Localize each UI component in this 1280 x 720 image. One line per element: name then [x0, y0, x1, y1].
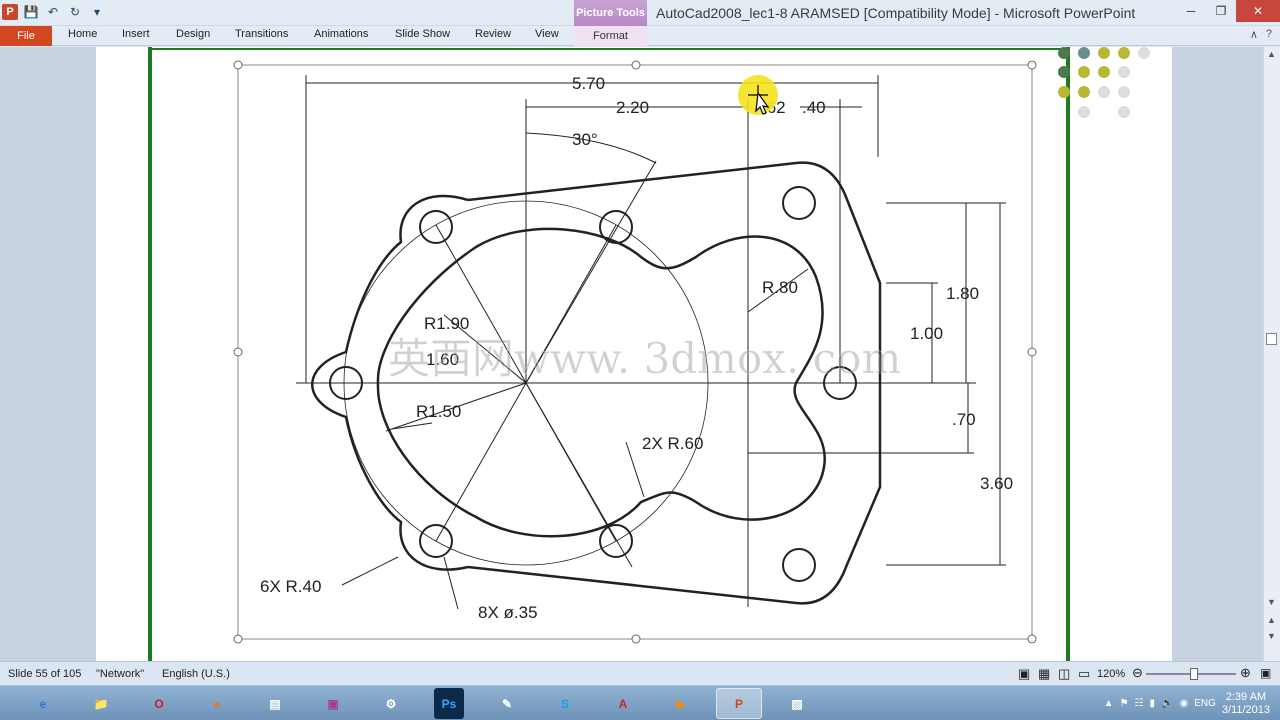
taskbar-autocad-icon[interactable]: A: [600, 688, 646, 719]
dim-v-360: 3.60: [980, 474, 1013, 493]
tray-expand-icon[interactable]: ▲: [1104, 698, 1114, 709]
watermark-text: 英西网www. 3dmox. com: [388, 334, 901, 383]
tab-slide-show[interactable]: Slide Show: [395, 28, 450, 40]
scroll-up-icon[interactable]: ▲: [1267, 49, 1276, 59]
dim-small-b: .40: [802, 98, 826, 117]
customize-qat-icon[interactable]: ▾: [88, 3, 106, 21]
dim-boss-r: 6X R.40: [260, 577, 321, 596]
dim-r-lobe: R.80: [762, 278, 798, 297]
window-controls: ─ ❐ ✕: [1176, 0, 1280, 22]
clock-date: 3/11/2013: [1221, 703, 1270, 716]
clock-time: 2:39 AM: [1225, 690, 1267, 703]
tab-review[interactable]: Review: [475, 28, 511, 40]
tab-insert[interactable]: Insert: [122, 28, 150, 40]
zoom-in-icon[interactable]: ⊕: [1240, 665, 1251, 681]
scroll-down-icon[interactable]: ▼: [1267, 597, 1276, 607]
tab-animations[interactable]: Animations: [314, 28, 368, 40]
tab-format[interactable]: Format: [574, 26, 647, 46]
taskbar-winrar-icon[interactable]: ▣: [310, 688, 356, 719]
powerpoint-window: P 💾 ↶ ↻ ▾ Picture Tools AutoCad2008_lec1…: [0, 0, 1280, 720]
powerpoint-logo-icon[interactable]: P: [2, 4, 18, 20]
vertical-scrollbar[interactable]: ▲ ▼ ▲ ▼: [1263, 47, 1280, 661]
tab-home[interactable]: Home: [68, 28, 97, 40]
dim-v-070: .70: [952, 410, 976, 429]
taskbar-library-icon[interactable]: ▤: [252, 688, 298, 719]
taskbar-media-icon[interactable]: ▶: [658, 688, 704, 719]
title-bar: P 💾 ↶ ↻ ▾ Picture Tools AutoCad2008_lec1…: [0, 0, 1280, 26]
picture-tools-context-title: Picture Tools: [574, 0, 647, 26]
dim-v-100: 1.00: [910, 324, 943, 343]
zoom-slider-thumb[interactable]: [1190, 668, 1198, 680]
language-indicator[interactable]: English (U.S.): [162, 668, 230, 680]
theme-name[interactable]: "Network": [96, 668, 144, 680]
tray-network-icon[interactable]: ☷: [1135, 698, 1144, 709]
ribbon-right-controls: ∧ ?: [1250, 28, 1272, 41]
fit-to-window-icon[interactable]: ▣: [1260, 666, 1271, 680]
windows-taskbar: e 📁 O ● ▤ ▣ ⚙ Ps ✎ S A ▶ P ▧ ▲ ⚑ ☷ ▮ 🔈 ◉…: [0, 685, 1280, 720]
close-icon[interactable]: ✕: [1236, 0, 1280, 22]
tab-design[interactable]: Design: [176, 28, 210, 40]
tray-language[interactable]: ENG: [1194, 698, 1216, 709]
system-tray: ▲ ⚑ ☷ ▮ 🔈 ◉ ENG 2:39 AM 3/11/2013: [1104, 686, 1280, 720]
taskbar-photoshop-icon[interactable]: Ps: [434, 688, 464, 719]
taskbar-tools-icon[interactable]: ⚙: [368, 688, 414, 719]
reading-view-icon[interactable]: ◫: [1058, 666, 1070, 682]
dim-lobe-count: 2X R.60: [642, 434, 703, 453]
dim-r-outer: R1.90: [424, 314, 469, 333]
ribbon-tabs: File Home Insert Design Transitions Anim…: [0, 26, 1280, 46]
save-icon[interactable]: 💾: [22, 3, 40, 21]
zoom-level[interactable]: 120%: [1097, 668, 1125, 680]
slide-editing-area: 5.70 2.20 .62 .40 30° R1.90 1.60 R1.50 R…: [0, 47, 1280, 661]
repeat-icon[interactable]: ↻: [66, 3, 84, 21]
taskbar-skype-icon[interactable]: S: [542, 688, 588, 719]
slide[interactable]: 5.70 2.20 .62 .40 30° R1.90 1.60 R1.50 R…: [96, 47, 1172, 661]
tray-flag-icon[interactable]: ⚑: [1120, 698, 1129, 709]
normal-view-icon[interactable]: ▣: [1018, 666, 1030, 682]
minimize-icon[interactable]: ─: [1176, 0, 1206, 22]
taskbar-firefox-icon[interactable]: ●: [194, 688, 240, 719]
dim-holes: 8X ø.35: [478, 603, 538, 622]
tray-signal-icon[interactable]: ▮: [1150, 698, 1156, 709]
status-bar: Slide 55 of 105 "Network" English (U.S.)…: [0, 661, 1280, 685]
previous-slide-icon[interactable]: ▲: [1267, 615, 1276, 625]
quick-access-toolbar: P 💾 ↶ ↻ ▾: [2, 3, 106, 21]
slide-sorter-icon[interactable]: ▦: [1038, 666, 1050, 682]
restore-icon[interactable]: ❐: [1206, 0, 1236, 22]
dim-offset: 2.20: [616, 98, 649, 117]
taskbar-other-icon[interactable]: ▧: [774, 688, 820, 719]
help-icon[interactable]: ?: [1266, 28, 1272, 41]
slideshow-view-icon[interactable]: ▭: [1078, 666, 1090, 682]
tab-file[interactable]: File: [0, 26, 52, 46]
scroll-thumb[interactable]: [1266, 333, 1277, 345]
slide-counter: Slide 55 of 105: [8, 668, 82, 680]
tab-view[interactable]: View: [535, 28, 559, 40]
next-slide-icon[interactable]: ▼: [1267, 631, 1276, 641]
taskbar-ie-icon[interactable]: e: [20, 688, 66, 719]
dim-r-inner: R1.50: [416, 402, 461, 421]
window-title: AutoCad2008_lec1-8 ARAMSED [Compatibilit…: [656, 5, 1136, 21]
taskbar-clock[interactable]: 2:39 AM 3/11/2013: [1222, 691, 1270, 717]
dim-v-180: 1.80: [946, 284, 979, 303]
dim-angle: 30°: [572, 130, 598, 149]
taskbar-powerpoint-icon[interactable]: P: [716, 688, 762, 719]
taskbar-opera-icon[interactable]: O: [136, 688, 182, 719]
taskbar-explorer-icon[interactable]: 📁: [78, 688, 124, 719]
tray-volume-icon[interactable]: 🔈: [1161, 698, 1173, 709]
taskbar-editor-icon[interactable]: ✎: [484, 688, 530, 719]
slide-svg: 5.70 2.20 .62 .40 30° R1.90 1.60 R1.50 R…: [148, 47, 1150, 661]
decorative-dots: [1058, 47, 1150, 118]
minimize-ribbon-icon[interactable]: ∧: [1250, 28, 1258, 41]
dim-total-width: 5.70: [572, 74, 605, 93]
zoom-out-icon[interactable]: ⊖: [1132, 665, 1143, 681]
undo-icon[interactable]: ↶: [44, 3, 62, 21]
tab-transitions[interactable]: Transitions: [235, 28, 288, 40]
tray-security-icon[interactable]: ◉: [1179, 698, 1188, 709]
